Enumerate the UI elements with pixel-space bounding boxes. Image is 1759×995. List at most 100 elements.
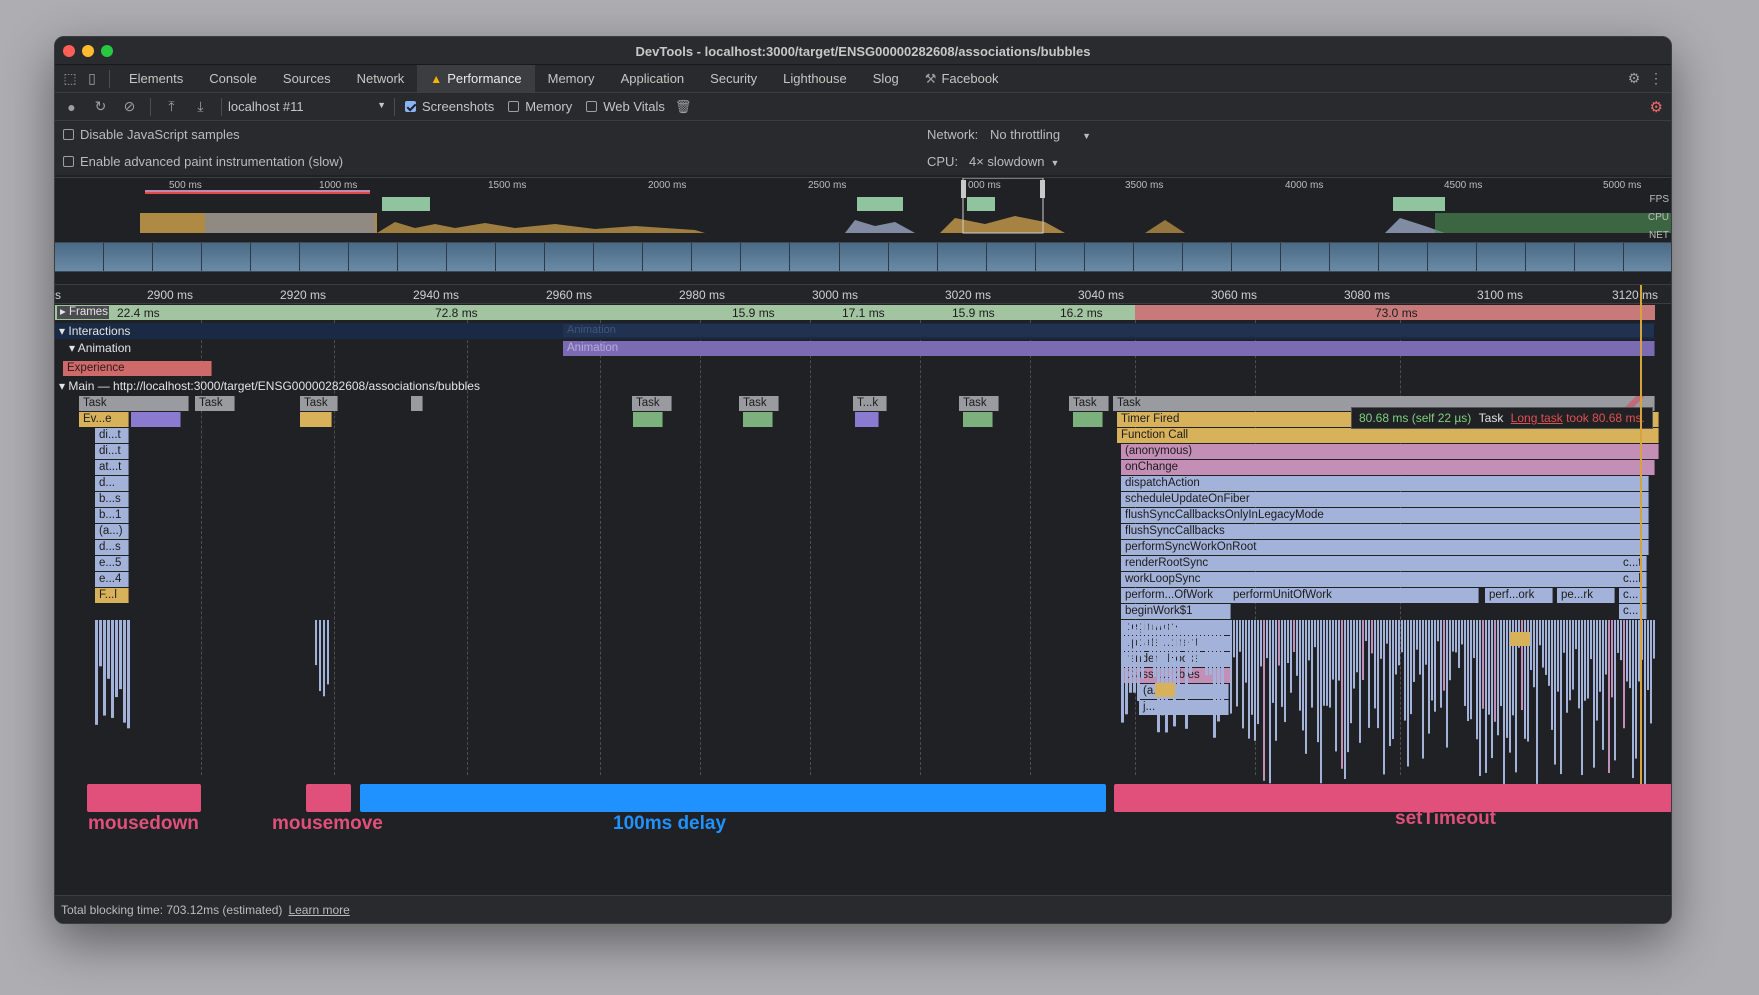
clear-icon[interactable]: ⊘ [115,98,144,115]
event-bar[interactable] [131,412,181,427]
device-toolbar-icon[interactable]: ▯ [81,68,103,90]
screenshot-thumbnail[interactable] [1378,243,1428,271]
screenshot-thumbnail[interactable] [398,243,448,271]
reload-record-icon[interactable]: ↻ [86,98,115,115]
call-frame[interactable]: at...t [95,460,129,475]
screenshot-thumbnail[interactable] [1084,243,1134,271]
event-bar[interactable] [963,412,993,427]
screenshot-thumbnail[interactable] [1624,243,1671,271]
experience-bar[interactable]: Experience [63,361,212,376]
capture-settings-gear-icon[interactable]: ⚙ [1650,98,1663,116]
call-frame[interactable]: workLoopSync [1121,572,1637,587]
interactions-track-label[interactable]: ▾ Interactions [59,324,130,338]
event-bar[interactable] [743,412,773,427]
cpu-throttle-select[interactable]: 4× slowdown ▼ [969,154,1059,169]
upload-icon[interactable]: ⤒ [157,98,186,115]
tab-console[interactable]: Console [196,65,270,93]
long-task-link[interactable]: Long task [1511,411,1563,425]
task-bar[interactable]: Task [300,396,338,411]
screenshot-thumbnail[interactable] [741,243,791,271]
call-frame[interactable]: flushSyncCallbacks [1121,524,1649,539]
settings-gear-icon[interactable]: ⚙ [1623,68,1645,90]
tab-lighthouse[interactable]: Lighthouse [770,65,860,93]
frames-track-label[interactable]: ▸ Frames [57,306,109,319]
call-frame[interactable]: perf...ork [1485,588,1553,603]
tab-elements[interactable]: Elements [116,65,196,93]
call-frame[interactable]: c...t [1619,556,1647,571]
overview-selection-handle-left[interactable] [961,180,966,198]
disable-js-checkbox[interactable]: Disable JavaScript samples [63,127,240,142]
screenshot-thumbnail[interactable] [55,243,105,271]
animation-track-label[interactable]: ▾ Animation [69,341,131,355]
overview-selection-handle-right[interactable] [1040,180,1045,198]
task-bar[interactable]: T...k [853,396,887,411]
call-frame[interactable]: c... [1619,588,1647,603]
screenshot-thumbnail[interactable] [104,243,154,271]
call-frame[interactable]: performUnitOfWork [1229,588,1479,603]
tab-sources[interactable]: Sources [270,65,344,93]
screenshot-thumbnail[interactable] [202,243,252,271]
tab-facebook[interactable]: ⚒ Facebook [912,65,1012,93]
event-bar[interactable] [300,412,332,427]
timeline-overview[interactable]: 500 ms 1000 ms 1500 ms 2000 ms 2500 ms 0… [55,177,1671,284]
screenshot-thumbnail[interactable] [300,243,350,271]
learn-more-link[interactable]: Learn more [288,903,349,917]
call-frame[interactable]: d... [95,476,129,491]
screenshots-filmstrip[interactable] [55,242,1671,272]
screenshot-thumbnail[interactable] [937,243,987,271]
call-frame[interactable]: (a...) [95,524,129,539]
screenshot-thumbnail[interactable] [594,243,644,271]
download-icon[interactable]: ⤓ [186,98,215,115]
call-frame[interactable]: Function Call [1117,428,1659,443]
call-frame[interactable]: renderRootSync [1121,556,1637,571]
call-frame[interactable]: b...1 [95,508,129,523]
call-frame[interactable]: (anonymous) [1121,444,1659,459]
call-frame[interactable]: di...t [95,428,129,443]
call-frame[interactable]: e...4 [95,572,129,587]
screenshot-thumbnail[interactable] [153,243,203,271]
screenshot-thumbnail[interactable] [1280,243,1330,271]
screenshot-thumbnail[interactable] [888,243,938,271]
call-frame[interactable]: d...s [95,540,129,555]
screenshot-thumbnail[interactable] [251,243,301,271]
call-frame[interactable]: F...l [95,588,129,603]
tab-security[interactable]: Security [697,65,770,93]
task-bar[interactable]: Task [195,396,235,411]
call-frame[interactable]: c... [1619,604,1647,619]
task-bar[interactable] [411,396,423,411]
screenshot-thumbnail[interactable] [1476,243,1526,271]
memory-checkbox[interactable]: Memory [508,99,572,114]
screenshot-thumbnail[interactable] [1182,243,1232,271]
screenshot-thumbnail[interactable] [1329,243,1379,271]
screenshot-thumbnail[interactable] [790,243,840,271]
event-bar[interactable] [633,412,663,427]
profile-select[interactable]: localhost #11 ▼ [228,99,388,114]
call-frame[interactable]: pe...rk [1557,588,1615,603]
animation-bar[interactable]: Animation [563,341,1655,356]
screenshot-thumbnail[interactable] [839,243,889,271]
screenshots-checkbox[interactable]: Screenshots [405,99,494,114]
main-track-label[interactable]: ▾ Main — http://localhost:3000/target/EN… [59,379,480,393]
task-bar[interactable]: Task [632,396,672,411]
screenshot-thumbnail[interactable] [447,243,497,271]
network-throttle-select[interactable]: No throttling ▼ [990,127,1091,142]
tab-application[interactable]: Application [608,65,698,93]
tab-performance[interactable]: ▲ Performance [417,64,535,93]
web-vitals-checkbox[interactable]: Web Vitals [586,99,665,114]
tab-memory[interactable]: Memory [535,65,608,93]
inspect-element-icon[interactable]: ⬚ [59,68,81,90]
task-bar[interactable]: Task [1069,396,1109,411]
record-icon[interactable]: ● [57,99,86,115]
screenshot-thumbnail[interactable] [1133,243,1183,271]
call-frame[interactable]: c...l [1619,572,1647,587]
call-frame[interactable]: e...5 [95,556,129,571]
call-frame[interactable]: Ev...e [79,412,129,427]
trash-icon[interactable]: 🗑 [675,99,692,115]
flame-chart[interactable]: ▸ Frames 22.4 ms 72.8 ms 15.9 ms 17.1 ms… [55,285,1671,905]
tab-network[interactable]: Network [344,65,418,93]
call-frame[interactable]: beginWork$1 [1121,604,1231,619]
call-frame[interactable]: onChange [1121,460,1655,475]
screenshot-thumbnail[interactable] [1035,243,1085,271]
screenshot-thumbnail[interactable] [986,243,1036,271]
call-frame[interactable]: flushSyncCallbacksOnlyInLegacyMode [1121,508,1649,523]
